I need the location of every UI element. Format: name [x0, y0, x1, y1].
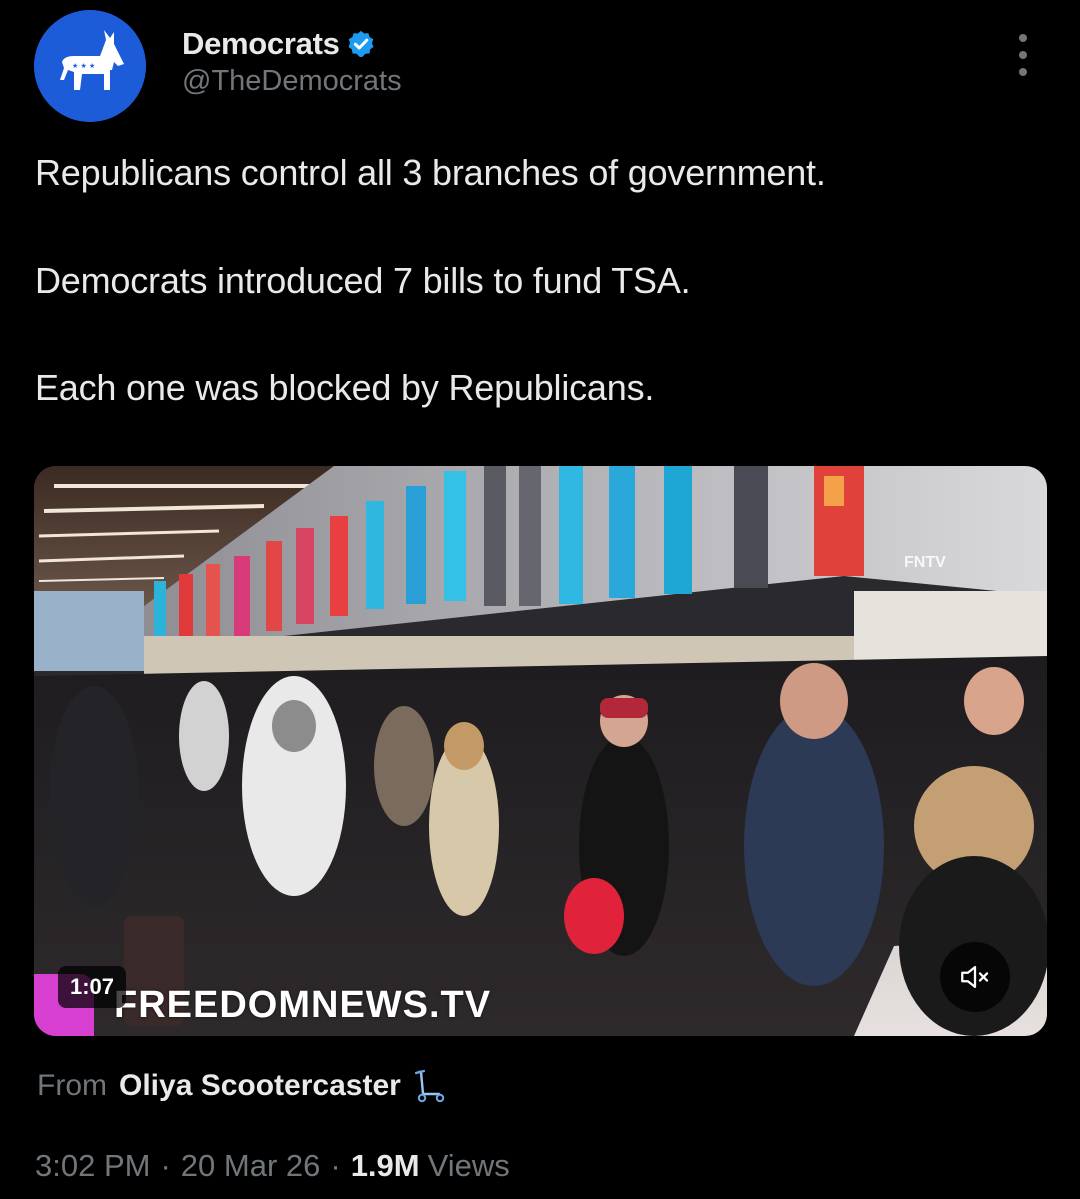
video-player[interactable]: FNTV FREEDOMNEWS.TV 1:07 — [34, 466, 1047, 1036]
video-source-attribution: From Oliya Scootercaster — [37, 1064, 447, 1108]
video-thumbnail — [34, 466, 1047, 1036]
video-watermark: FREEDOMNEWS.TV — [114, 984, 492, 1026]
speaker-muted-icon — [961, 965, 989, 989]
meta-separator: · — [160, 1148, 171, 1183]
more-dot — [1019, 51, 1027, 59]
donkey-logo-icon: ★ ★ ★ — [34, 10, 146, 122]
source-account-link[interactable]: Oliya Scootercaster — [119, 1069, 401, 1103]
more-dot — [1019, 68, 1027, 76]
tweet-text-line: Democrats introduced 7 bills to fund TSA… — [35, 260, 691, 301]
author-name-row[interactable]: Democrats — [182, 24, 376, 64]
author-display-name[interactable]: Democrats — [182, 26, 340, 62]
tweet-meta: 3:02 PM · 20 Mar 26 · 1.9M Views — [35, 1144, 510, 1188]
avatar[interactable]: ★ ★ ★ — [34, 10, 146, 122]
author-handle[interactable]: @TheDemocrats — [182, 65, 402, 98]
views-count[interactable]: 1.9M — [351, 1148, 420, 1184]
more-options-icon[interactable] — [1010, 34, 1036, 76]
video-duration: 1:07 — [58, 966, 127, 1008]
svg-text:★ ★ ★: ★ ★ ★ — [72, 62, 95, 70]
tweet-time[interactable]: 3:02 PM — [35, 1148, 150, 1184]
mute-button[interactable] — [940, 942, 1010, 1012]
more-dot — [1019, 34, 1027, 42]
corner-tag: FNTV — [904, 554, 946, 571]
views-label: Views — [427, 1148, 510, 1183]
meta-separator: · — [330, 1148, 341, 1183]
tweet-text-line: Each one was blocked by Republicans. — [35, 367, 655, 408]
verified-badge-icon — [348, 30, 374, 58]
tweet-text-line: Republicans control all 3 branches of go… — [35, 152, 826, 193]
scooter-icon — [414, 1069, 445, 1103]
source-prefix: From — [37, 1069, 107, 1102]
tweet-date[interactable]: 20 Mar 26 — [181, 1148, 321, 1184]
